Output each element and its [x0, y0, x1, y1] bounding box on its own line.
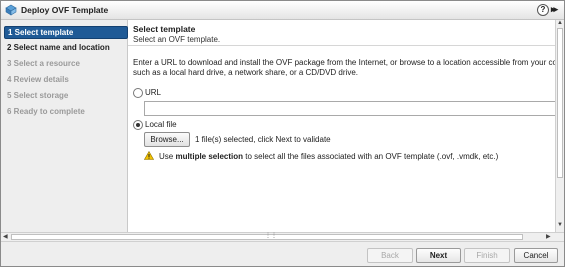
instructions-text: Enter a URL to download and install the … — [133, 58, 555, 78]
wizard-footer: Back Next Finish Cancel — [1, 241, 564, 266]
local-file-radio-label[interactable]: Local file — [145, 120, 177, 129]
file-selection-status: 1 file(s) selected, click Next to valida… — [195, 135, 331, 144]
step-select-storage: 5 Select storage — [7, 91, 69, 100]
vertical-scrollbar[interactable]: ▲ ▼ — [555, 20, 564, 232]
step-review-details: 4 Review details — [7, 75, 69, 84]
title-bar: Deploy OVF Template ? ▸▸ — [1, 1, 564, 20]
step-select-a-resource: 3 Select a resource — [7, 59, 80, 68]
scroll-up-icon[interactable]: ▲ — [557, 20, 563, 26]
warning-icon — [144, 151, 154, 160]
page-subtitle: Select an OVF template. — [133, 35, 221, 44]
instructions-line-1: Enter a URL to download and install the … — [133, 58, 555, 67]
local-file-radio[interactable] — [133, 120, 143, 130]
cancel-button[interactable]: Cancel — [514, 248, 558, 263]
instructions-line-2: such as a local hard drive, a network sh… — [133, 68, 358, 77]
vertical-scroll-thumb[interactable] — [557, 28, 563, 178]
ovf-template-icon — [5, 4, 17, 16]
scroll-left-icon[interactable]: ◀ — [3, 233, 8, 240]
url-input[interactable] — [144, 101, 555, 116]
step-select-name-and-location[interactable]: 2 Select name and location — [4, 42, 126, 53]
finish-button[interactable]: Finish — [464, 248, 510, 263]
back-button[interactable]: Back — [367, 248, 413, 263]
step-select-template[interactable]: 1 Select template — [4, 26, 128, 39]
scroll-down-icon[interactable]: ▼ — [557, 222, 563, 228]
dialog-title: Deploy OVF Template — [21, 5, 109, 15]
help-icon[interactable]: ? — [537, 4, 549, 16]
page-title: Select template — [133, 24, 196, 34]
url-radio-label[interactable]: URL — [145, 88, 161, 97]
deploy-ovf-dialog: Deploy OVF Template ? ▸▸ 1 Select templa… — [0, 0, 565, 267]
multiple-selection-hint: Use multiple selection to select all the… — [159, 152, 498, 161]
splitter-grip-icon[interactable]: ⋮⋮ — [265, 232, 277, 239]
step-ready-to-complete: 6 Ready to complete — [7, 107, 85, 116]
hint-suffix: to select all the files associated with … — [243, 152, 499, 161]
expand-icon[interactable]: ▸▸ — [551, 4, 558, 15]
next-button[interactable]: Next — [416, 248, 461, 263]
url-radio[interactable] — [133, 88, 143, 98]
step-header: Select template Select an OVF template. — [128, 20, 555, 46]
hint-bold: multiple selection — [175, 152, 244, 161]
step-content-panel: Select template Select an OVF template. … — [128, 20, 555, 232]
wizard-steps-sidebar: 1 Select template 2 Select name and loca… — [1, 20, 128, 236]
browse-button[interactable]: Browse... — [144, 132, 190, 147]
horizontal-scrollbar[interactable]: ◀ ⋮⋮ ▶ — [1, 232, 564, 241]
hint-prefix: Use — [159, 152, 176, 161]
scroll-right-icon[interactable]: ▶ — [546, 233, 551, 240]
